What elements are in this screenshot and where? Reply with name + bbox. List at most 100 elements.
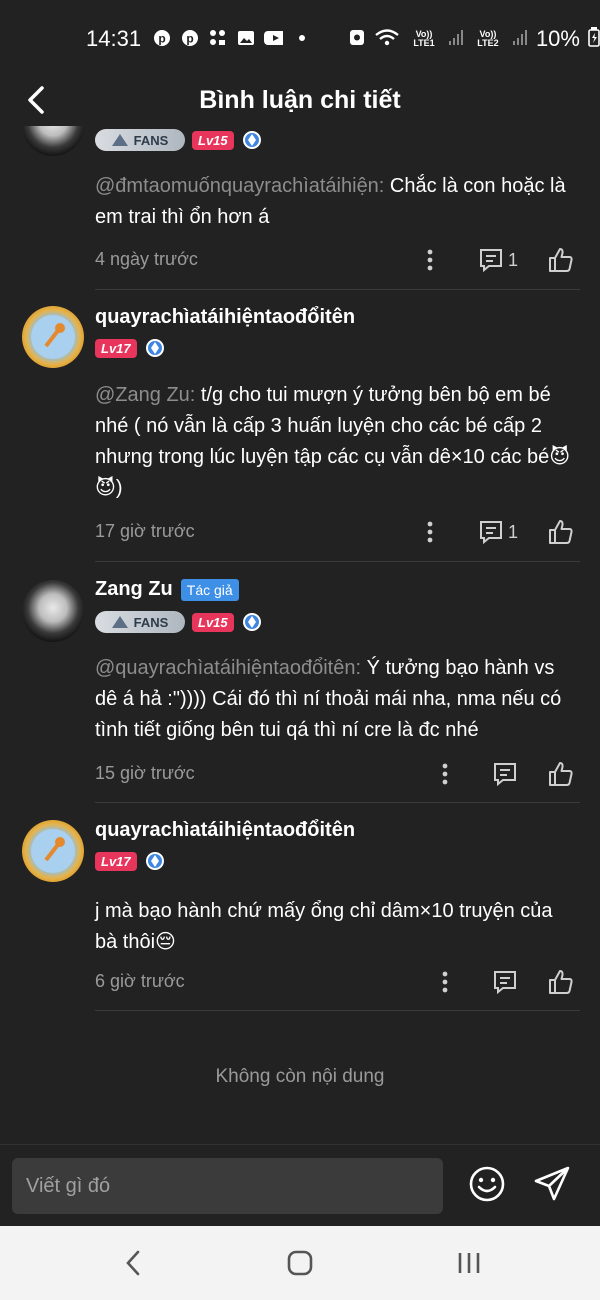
app-grid-icon [208, 28, 227, 47]
reply-button[interactable] [492, 967, 518, 997]
thumbs-up-icon [549, 762, 573, 786]
reply-button[interactable] [492, 759, 518, 789]
username-row: quayrachìatáihiệntaođổitên [95, 306, 355, 329]
divider [95, 289, 580, 290]
username-row: quayrachìatáihiệntaođổitên [95, 819, 355, 842]
avatar[interactable] [22, 820, 84, 882]
battery-percent: 10% [535, 26, 580, 51]
svg-text:p: p [186, 31, 193, 45]
send-button[interactable] [533, 1165, 571, 1203]
nav-home-button[interactable] [285, 1248, 315, 1278]
home-icon [287, 1250, 313, 1276]
comment-meta: 15 giờ trước [95, 759, 580, 789]
pinterest-icon: p [152, 28, 171, 47]
like-button[interactable] [547, 245, 575, 275]
comment-list: FANS Lv15 @đmtaomuốnquayrachìatáihiện: C… [0, 126, 600, 1144]
key-icon [31, 829, 75, 873]
like-button[interactable] [547, 759, 575, 789]
level-badge: Lv17 [95, 338, 137, 358]
emoji-button[interactable] [468, 1165, 506, 1203]
comment-meta: 6 giờ trước [95, 967, 580, 997]
avatar[interactable] [22, 306, 84, 368]
sim1-label: Vo)) LTE1 [413, 29, 435, 48]
youtube-icon [264, 28, 283, 47]
user-badges: Lv17 [95, 337, 166, 359]
username[interactable]: quayrachìatáihiệntaođổitên [95, 306, 355, 329]
reply-button[interactable]: 1 [478, 245, 518, 275]
diamond-icon [241, 129, 263, 151]
signal-icon [448, 28, 464, 51]
status-right: Vo)) LTE1 Vo)) LTE2 10% [348, 26, 600, 52]
more-vertical-icon [442, 971, 448, 993]
mention[interactable]: @quayrachìatáihiệntaođổitên: [95, 657, 361, 679]
more-options-button[interactable] [425, 517, 435, 547]
divider [95, 1010, 580, 1011]
username-row: Zang Zu Tác giả [95, 578, 239, 601]
triangle-icon [111, 134, 128, 146]
comment-input[interactable] [12, 1158, 443, 1214]
comment-icon [494, 971, 516, 995]
username[interactable]: quayrachìatáihiệntaođổitên [95, 819, 355, 842]
nav-recents-button[interactable] [454, 1248, 484, 1278]
thumbs-up-icon [549, 970, 573, 994]
comment-icon [480, 521, 502, 545]
diamond-icon [144, 850, 166, 872]
comment-input-container [12, 1158, 443, 1214]
avatar[interactable] [22, 126, 84, 156]
fans-badge: FANS [95, 129, 185, 151]
timestamp: 6 giờ trước [95, 971, 185, 991]
battery-icon [588, 26, 600, 52]
mention[interactable]: @Zang Zu: [95, 384, 195, 406]
divider [95, 561, 580, 562]
avatar[interactable] [22, 580, 84, 642]
comment-text: @quayrachìatáihiệntaođổitên: Ý tưởng bạo… [95, 657, 562, 741]
reply-button[interactable]: 1 [478, 517, 518, 547]
header: Bình luận chi tiết [0, 78, 600, 126]
status-bar: 14:31 p p Vo)) LTE1 Vo)) LTE2 10% [0, 0, 600, 78]
key-icon [31, 315, 75, 359]
username[interactable]: Zang Zu [95, 578, 173, 601]
timestamp: 15 giờ trước [95, 763, 195, 783]
status-time: 14:31 [86, 26, 142, 51]
comment-icon [480, 249, 502, 273]
like-button[interactable] [547, 967, 575, 997]
more-options-button[interactable] [440, 759, 450, 789]
user-badges: FANS Lv15 [95, 611, 263, 633]
recents-icon [458, 1253, 480, 1273]
nav-back-button[interactable] [118, 1248, 148, 1278]
chevron-left-icon [126, 1250, 140, 1276]
more-vertical-icon [427, 521, 433, 543]
level-badge: Lv17 [95, 851, 137, 871]
more-vertical-icon [442, 763, 448, 785]
more-vertical-icon [427, 249, 433, 271]
divider [95, 802, 580, 803]
sim2-label: Vo)) LTE2 [477, 29, 499, 48]
diamond-icon [144, 337, 166, 359]
wifi-icon [374, 27, 400, 52]
smiley-icon [469, 1166, 505, 1202]
thumbs-up-icon [549, 248, 573, 272]
timestamp: 4 ngày trước [95, 249, 198, 269]
svg-text:p: p [158, 31, 165, 45]
level-badge: Lv15 [192, 130, 234, 150]
thumbs-up-icon [549, 520, 573, 544]
fans-badge: FANS [95, 611, 185, 633]
comment-text: @Zang Zu: t/g cho tui mượn ý tưởng bên b… [95, 384, 571, 499]
timestamp: 17 giờ trước [95, 521, 195, 541]
dot-icon [292, 28, 311, 47]
signal-icon [512, 28, 528, 51]
comment-meta: 4 ngày trước 1 [95, 245, 580, 275]
comment-icon [494, 763, 516, 787]
mention[interactable]: @đmtaomuốnquayrachìatáihiện: [95, 175, 384, 197]
like-button[interactable] [547, 517, 575, 547]
page-title: Bình luận chi tiết [199, 86, 401, 114]
end-of-list-label: Không còn nội dung [215, 1066, 385, 1087]
system-nav-bar [0, 1226, 600, 1300]
comment-text: j mà bạo hành chứ mấy ổng chỉ dâm×10 tru… [95, 900, 553, 953]
more-options-button[interactable] [440, 967, 450, 997]
diamond-icon [241, 611, 263, 633]
triangle-icon [111, 616, 128, 628]
data-saver-icon [348, 27, 366, 52]
more-options-button[interactable] [425, 245, 435, 275]
image-icon [236, 28, 255, 47]
